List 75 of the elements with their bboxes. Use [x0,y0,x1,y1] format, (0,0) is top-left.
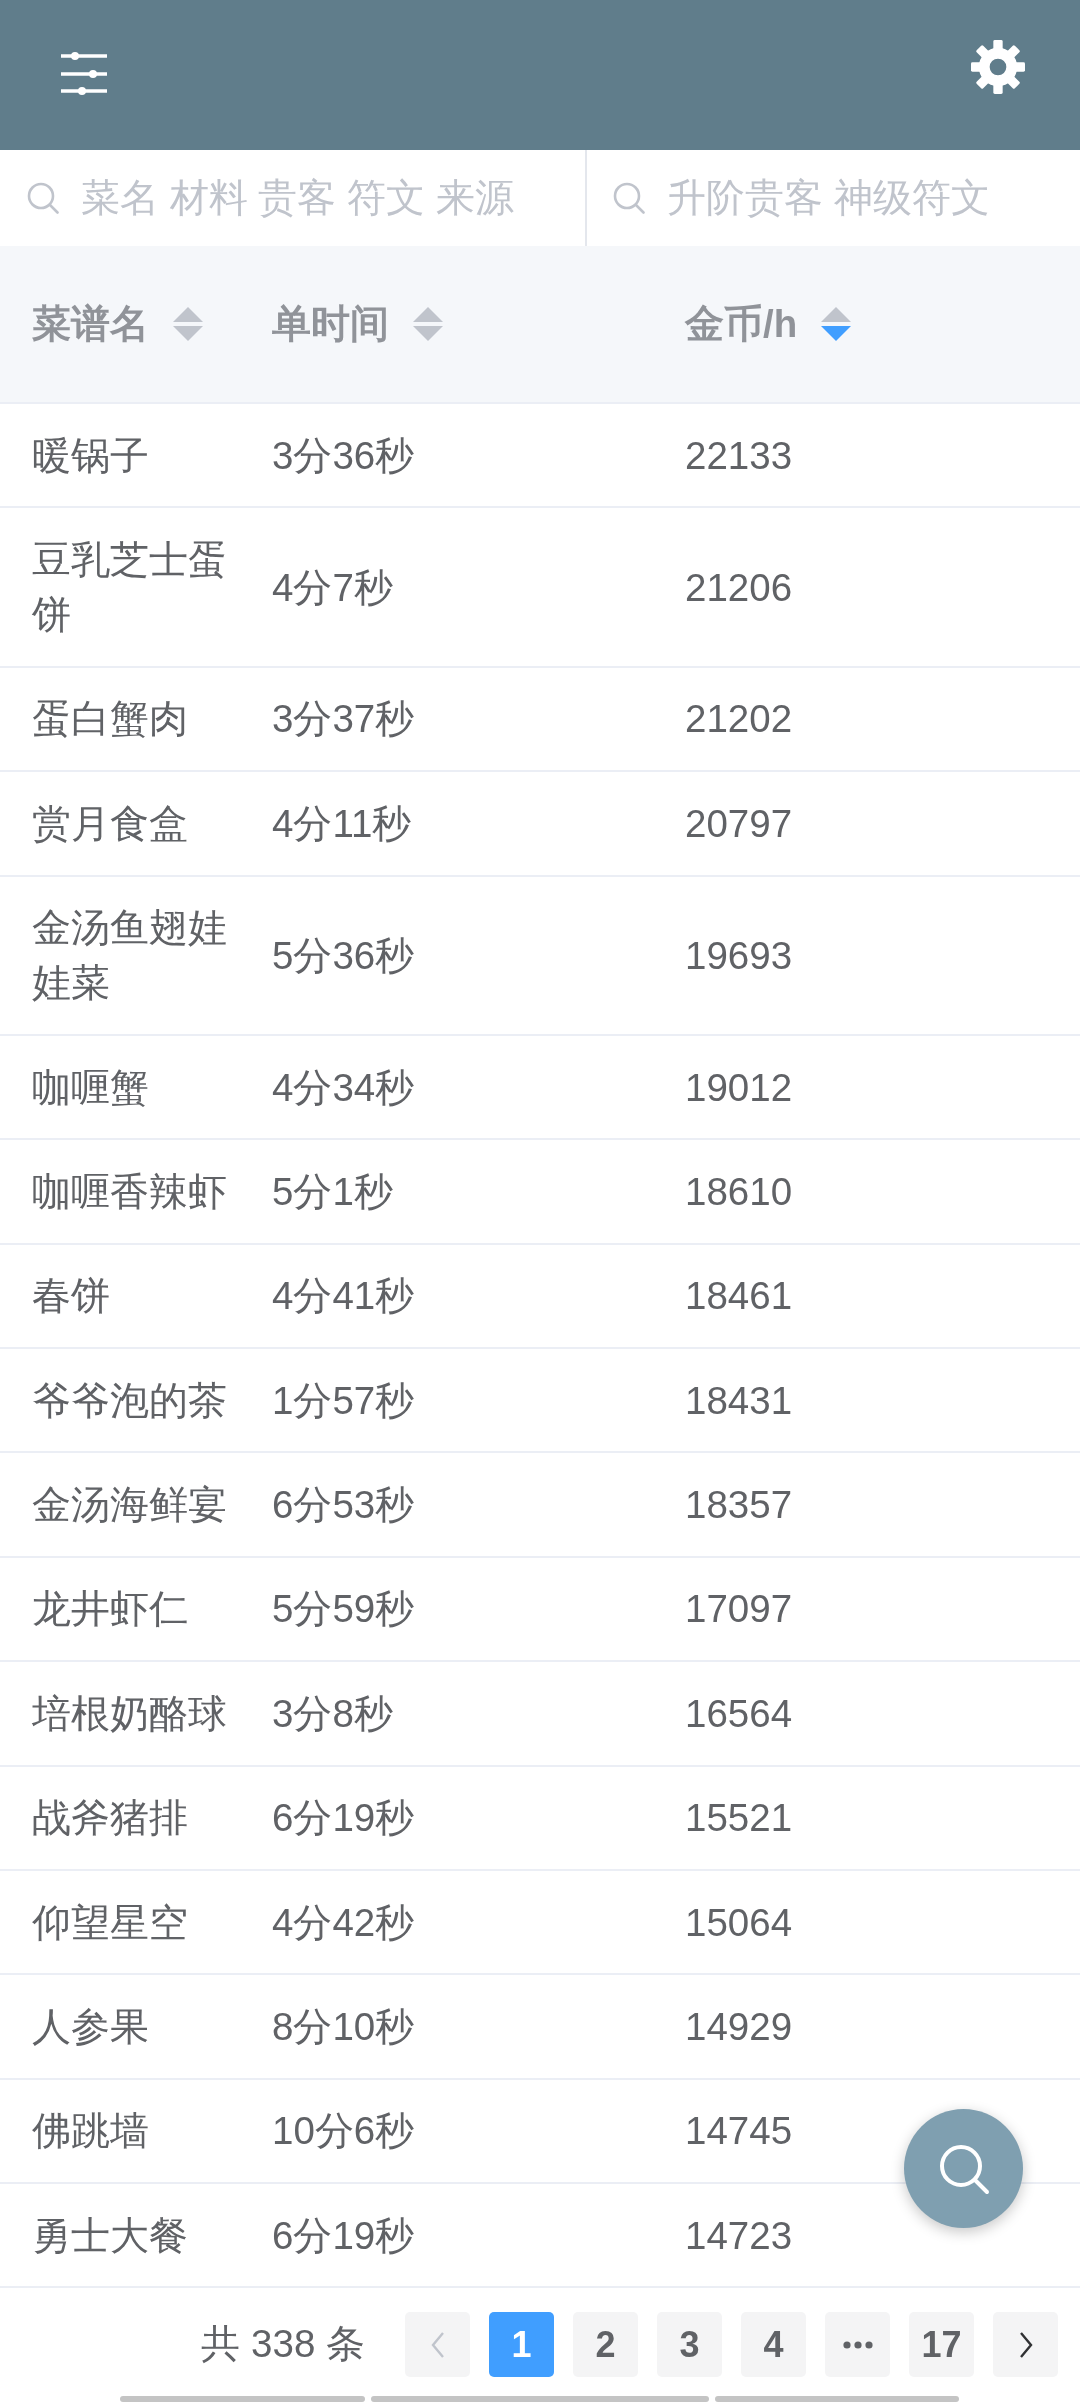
page-button[interactable]: 3 [657,2312,722,2378]
next-page-button[interactable] [993,2312,1058,2378]
search-button[interactable] [904,2109,1023,2228]
table-cell-text: 6分19秒 [272,1795,415,1842]
search-icon [27,182,59,214]
table-cell-text: 爷爷泡的茶 [32,1377,227,1424]
table-cell-text: 蛋白蟹肉 [32,696,188,743]
ellipsis-icon [842,2340,873,2349]
table-cell-text: 3分37秒 [272,696,415,743]
total-count: 共 338 条 [201,2321,365,2368]
chevron-right-icon [1018,2331,1033,2358]
sliders-icon[interactable] [61,52,107,96]
table-cell-text: 4分42秒 [272,1899,415,1946]
table-cell-text: 18357 [685,1482,793,1529]
table-cell-text: 佛跳墙 [32,2108,149,2155]
table-cell-text: 豆乳芝士蛋饼 [32,537,228,639]
table-cell-text: 龙井虾仁 [32,1586,188,1633]
table-cell-text: 20797 [685,800,793,847]
sort-icon[interactable] [821,307,852,341]
table-cell-text: 培根奶酪球 [32,1690,227,1737]
table-cell-text: 19012 [685,1064,793,1111]
page-button[interactable]: 2 [573,2312,638,2378]
table-cell-text: 5分59秒 [272,1586,415,1633]
table-cell-text: 14929 [685,2003,793,2050]
table-cell-text: 仰望星空 [32,1899,188,1946]
sort-icon[interactable] [413,307,443,341]
table-cell-text: 10分6秒 [272,2108,415,2155]
table-cell-text: 人参果 [32,2003,149,2050]
table-cell-text: 18610 [685,1168,793,1215]
table-cell-text: 5分1秒 [272,1168,393,1215]
table-cell-text: 3分8秒 [272,1690,393,1737]
table-cell-text: 14723 [685,2212,793,2259]
settings-icon[interactable] [971,40,1025,94]
table-cell-text: 15521 [685,1795,793,1842]
more-pages-button[interactable] [825,2312,890,2378]
search-field[interactable]: 菜名 材料 贵客 符文 来源 [81,176,585,220]
table-cell-text: 4分34秒 [272,1064,415,1111]
table-cell-text: 勇士大餐 [32,2212,188,2259]
sort-icon[interactable] [173,307,203,341]
table-cell-text: 战斧猪排 [32,1795,188,1842]
table-cell-text: 18461 [685,1273,793,1320]
page-button[interactable]: 17 [909,2312,974,2378]
page-button[interactable]: 4 [741,2312,806,2378]
table-cell-text: 金汤鱼翅娃娃菜 [32,905,228,1007]
column-header[interactable]: 菜谱名 [32,300,149,348]
table-cell-text: 6分19秒 [272,2212,415,2259]
table-cell-text: 15064 [685,1899,793,1946]
table-cell-text: 6分53秒 [272,1482,415,1529]
table-cell-text: 4分41秒 [272,1273,415,1320]
table-cell-text: 金汤海鲜宴 [32,1482,227,1529]
table-cell-text: 3分36秒 [272,432,415,479]
column-header[interactable]: 金币/h [685,300,798,348]
chevron-left-icon [430,2331,445,2358]
table-cell-text: 赏月食盒 [32,800,188,847]
table-cell-text: 咖喱蟹 [32,1064,149,1111]
table-cell-text: 8分10秒 [272,2003,415,2050]
table-cell-text: 18431 [685,1377,793,1424]
table-cell-text: 咖喱香辣虾 [32,1168,227,1215]
table-cell-text: 4分7秒 [272,564,393,611]
table-cell-text: 21206 [685,564,793,611]
search-icon [613,182,645,214]
table-cell-text: 春饼 [32,1273,110,1320]
search-field[interactable]: 升阶贵客 神级符文 [667,176,1080,220]
table-cell-text: 4分11秒 [272,800,412,847]
table-cell-text: 5分36秒 [272,932,415,979]
table-cell-text: 21202 [685,696,793,743]
table-cell-text: 22133 [685,432,793,479]
search-icon [937,2142,990,2195]
table-cell-text: 19693 [685,932,793,979]
table-cell-text: 1分57秒 [272,1377,415,1424]
table-cell-text: 17097 [685,1586,793,1633]
table-cell-text: 14745 [685,2108,793,2155]
table-cell-text: 16564 [685,1690,793,1737]
table-cell-text: 暖锅子 [32,432,149,479]
column-header[interactable]: 单时间 [272,300,389,348]
